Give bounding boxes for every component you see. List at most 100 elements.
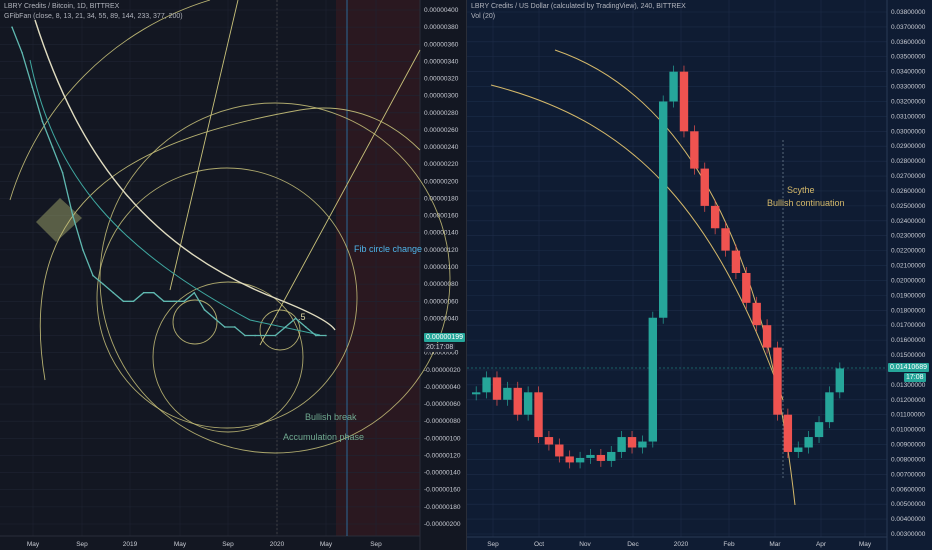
y-tick-label: 0.02700000 bbox=[891, 173, 926, 180]
scythe-annotation: Scythe bbox=[787, 185, 815, 195]
btc-price-point bbox=[203, 309, 206, 311]
usd-chart-canvas[interactable]: 0.03800000 0.03700000 0.03600000 0.03500000… bbox=[467, 0, 932, 550]
y-tick-label: 0.00900000 bbox=[891, 442, 926, 449]
x-tick-label: May bbox=[859, 541, 872, 548]
usd-price-tag: 0.01410689 bbox=[888, 363, 929, 372]
y-tick-label: -0.00000160 bbox=[424, 487, 461, 494]
y-tick-label: 0.01100000 bbox=[891, 412, 925, 419]
y-tick-label: -0.00000100 bbox=[424, 435, 461, 442]
y-tick-label: 0.03600000 bbox=[891, 39, 926, 46]
x-tick-label: Feb bbox=[723, 541, 735, 548]
y-tick-label: 0.01500000 bbox=[891, 352, 926, 359]
y-tick-label: -0.00000120 bbox=[424, 452, 461, 459]
bullish-break-annotation: Bullish break bbox=[305, 412, 357, 422]
y-tick-label: 0.03700000 bbox=[891, 24, 926, 31]
btc-price-point bbox=[82, 249, 84, 251]
y-tick-label: -0.00000080 bbox=[424, 418, 461, 425]
usd-candle bbox=[627, 437, 637, 448]
btc-countdown-tag: 20:17:08 bbox=[424, 343, 456, 352]
usd-candle bbox=[472, 392, 481, 395]
btc-chart-canvas[interactable]: 0.00000400 0.00000380 0.00000360 0.00000340… bbox=[0, 0, 466, 550]
x-tick-label: Sep bbox=[76, 541, 88, 548]
y-tick-label: 0.03200000 bbox=[891, 98, 926, 105]
x-tick-label: Sep bbox=[370, 541, 382, 548]
y-tick-label: 0.00000360 bbox=[424, 41, 459, 48]
y-tick-label: -0.00000020 bbox=[424, 367, 461, 374]
btc-price-point bbox=[274, 334, 277, 337]
btc-price-point bbox=[315, 334, 317, 337]
y-tick-label: -0.00000060 bbox=[424, 401, 461, 408]
btc-price-point bbox=[132, 300, 135, 303]
y-tick-label: 0.02500000 bbox=[891, 203, 926, 210]
usd-candle bbox=[742, 273, 751, 303]
btc-price-point bbox=[61, 171, 64, 174]
fib-circle bbox=[172, 299, 218, 345]
y-tick-label: 0.00400000 bbox=[891, 516, 926, 523]
btc-price-point bbox=[213, 317, 216, 320]
y-tick-label: 0.01900000 bbox=[891, 292, 926, 299]
btc-price-point bbox=[254, 334, 256, 337]
usd-candle bbox=[544, 437, 554, 445]
btc-price-point bbox=[193, 291, 196, 294]
usd-candle bbox=[648, 317, 657, 442]
btc-price-point bbox=[31, 86, 34, 88]
btc-price-point bbox=[284, 326, 287, 328]
x-tick-label: Nov bbox=[579, 541, 591, 548]
btc-price-point bbox=[183, 300, 185, 303]
y-tick-label: 0.00000200 bbox=[424, 178, 459, 185]
btc-price-point bbox=[173, 300, 175, 303]
ma-short bbox=[29, 59, 321, 336]
x-tick-label: Oct bbox=[534, 541, 544, 548]
y-tick-label: 0.00000080 bbox=[424, 281, 459, 288]
y-tick-label: 0.00500000 bbox=[891, 501, 926, 508]
y-tick-label: 0.01800000 bbox=[891, 307, 926, 314]
btc-chart-pane[interactable]: 0.00000400 0.00000380 0.00000360 0.00000340… bbox=[0, 0, 467, 550]
usd-candle bbox=[700, 168, 709, 206]
usd-candle bbox=[721, 228, 730, 251]
usd-candle bbox=[596, 454, 606, 461]
btc-price-point bbox=[163, 300, 165, 303]
btc-indicator-label: GFibFan (close, 8, 13, 21, 34, 55, 89, 1… bbox=[4, 13, 183, 20]
usd-candle bbox=[710, 205, 720, 229]
y-tick-label: 0.00000300 bbox=[424, 93, 459, 100]
usd-candle bbox=[617, 437, 626, 452]
usd-candle bbox=[690, 131, 699, 169]
usd-candle bbox=[731, 250, 741, 273]
btc-price-point bbox=[264, 334, 267, 337]
usd-candle bbox=[492, 377, 502, 400]
usd-candle bbox=[482, 377, 491, 393]
y-tick-label: 0.01000000 bbox=[891, 427, 926, 434]
y-tick-label: 0.00800000 bbox=[891, 456, 926, 463]
zone-diamond bbox=[36, 198, 82, 242]
y-tick-label: 0.03300000 bbox=[891, 84, 926, 91]
btc-price-point bbox=[325, 334, 327, 337]
scythe-arc-outer bbox=[554, 49, 796, 506]
y-tick-label: 0.03400000 bbox=[891, 69, 926, 76]
y-tick-label: 0.00000400 bbox=[424, 7, 459, 14]
y-tick-label: 0.00000120 bbox=[424, 247, 459, 254]
btc-price-point bbox=[11, 26, 13, 28]
y-tick-label: 0.02600000 bbox=[891, 188, 926, 195]
y-tick-label: 0.02300000 bbox=[891, 233, 926, 240]
y-tick-label: 0.03800000 bbox=[891, 9, 926, 16]
y-tick-label: 0.02800000 bbox=[891, 158, 926, 165]
y-tick-label: 0.00000040 bbox=[424, 315, 459, 322]
x-tick-label: 2020 bbox=[270, 541, 285, 548]
usd-chart-pane[interactable]: 0.03800000 0.03700000 0.03600000 0.03500000… bbox=[467, 0, 932, 550]
btc-price-point bbox=[102, 283, 104, 285]
y-tick-label: 0.03100000 bbox=[891, 113, 926, 120]
y-tick-label: 0.00000180 bbox=[424, 195, 459, 202]
btc-price-point bbox=[153, 291, 155, 294]
y-tick-label: 0.00000280 bbox=[424, 110, 459, 117]
btc-price-point bbox=[71, 214, 74, 217]
y-tick-label: 0.00000060 bbox=[424, 298, 459, 305]
usd-candle bbox=[679, 71, 689, 132]
y-tick-label: 0.00000380 bbox=[424, 24, 459, 31]
btc-price-point bbox=[244, 334, 246, 337]
btc-price-point bbox=[142, 291, 145, 294]
y-tick-label: 0.00600000 bbox=[891, 486, 926, 493]
usd-candle bbox=[586, 454, 595, 458]
usd-candle bbox=[669, 71, 678, 102]
y-tick-label: 0.00300000 bbox=[891, 531, 926, 538]
x-tick-label: 2020 bbox=[674, 541, 689, 548]
